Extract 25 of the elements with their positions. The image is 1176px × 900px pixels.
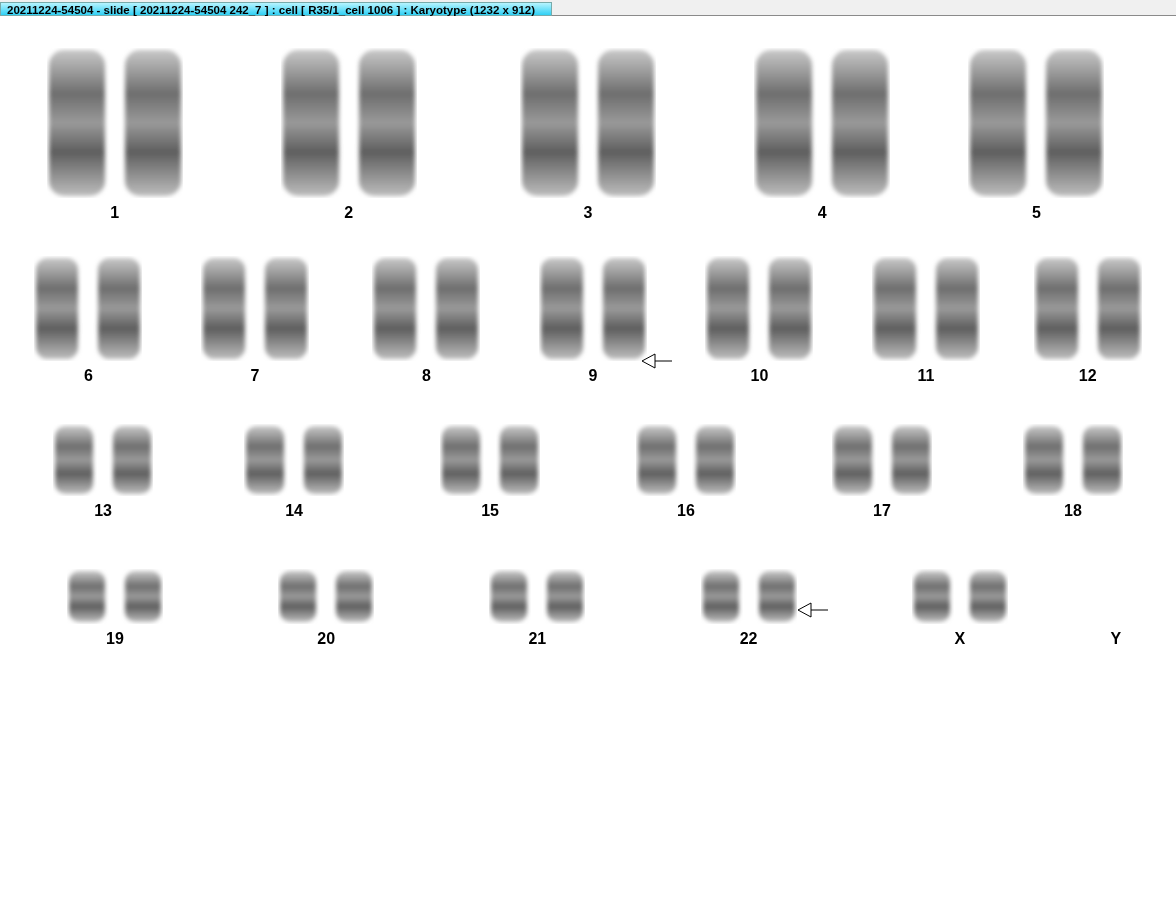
chromosome-number: 1: [110, 204, 120, 222]
chromosome-number: 2: [344, 204, 354, 222]
chromosome-number: 8: [421, 367, 431, 385]
chromosome-number: Y: [1110, 630, 1122, 648]
chromosome-number: X: [954, 630, 966, 648]
chromosome-number: 14: [285, 502, 303, 520]
chromosome-number: 9: [588, 367, 598, 385]
chromosome-number: 12: [1078, 367, 1097, 385]
chromosome-number: 11: [917, 367, 935, 385]
chromosome-number: 10: [750, 367, 769, 385]
chromosome-number: 19: [106, 630, 124, 648]
chromosome-number: 17: [873, 502, 891, 520]
chromosome-number: 4: [817, 204, 827, 222]
chromosome-number: 13: [94, 502, 112, 520]
chromosome-number: 15: [481, 502, 499, 520]
chromosome-number: 22: [739, 630, 758, 648]
chromosome-number: 16: [677, 502, 695, 520]
chromosome-number: 7: [250, 367, 260, 385]
chromosome-number: 3: [583, 204, 593, 222]
chromosome-number: 21: [528, 630, 547, 648]
chromosome-number: 20: [317, 630, 336, 648]
chromosome-number: 5: [1031, 204, 1041, 222]
window-title: 20211224-54504 - slide [ 20211224-54504 242_7 ] : cell [ R35/1_cell 1006 ] : Karyotype (1232 x 912): [0, 2, 553, 16]
chromosome-number: 6: [83, 367, 93, 385]
chromosome-number: 18: [1064, 502, 1082, 520]
